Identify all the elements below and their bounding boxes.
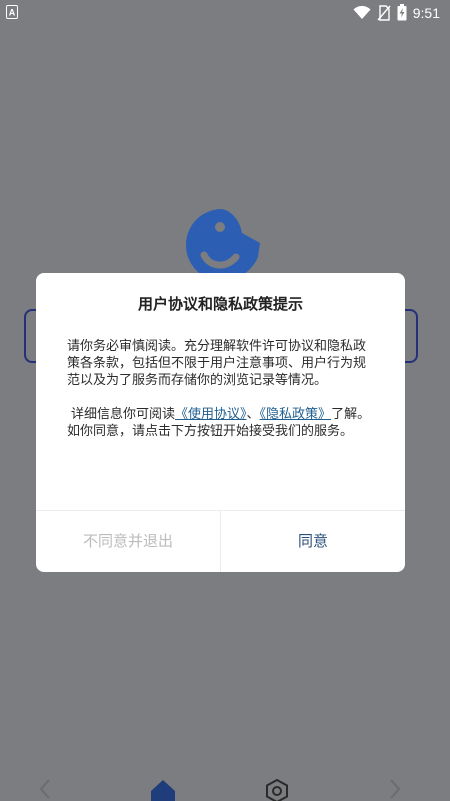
status-time: 9:51 bbox=[412, 4, 440, 21]
svg-text:A: A bbox=[9, 8, 16, 18]
battery-charging-icon bbox=[397, 4, 407, 21]
wifi-icon bbox=[353, 5, 371, 19]
decline-exit-button[interactable]: 不同意并退出 bbox=[36, 511, 220, 572]
dialog-title: 用户协议和隐私政策提示 bbox=[137, 295, 303, 313]
forward-arrow-icon[interactable] bbox=[388, 778, 402, 800]
settings-hex-icon[interactable] bbox=[265, 779, 289, 801]
bottom-nav bbox=[0, 776, 450, 801]
dialog-paragraph-1: 请你务必审慎阅读。充分理解软件许可协议和隐私政策各条款，包括但不限于用户注意事项… bbox=[67, 339, 367, 388]
agreement-dialog: 用户协议和隐私政策提示 请你务必审慎阅读。充分理解软件许可协议和隐私政策各条款，… bbox=[36, 273, 405, 572]
agree-button[interactable]: 同意 bbox=[221, 511, 405, 572]
user-agreement-link[interactable]: 《使用协议》 bbox=[175, 407, 247, 422]
dialog-paragraph-2: 详细信息你可阅读《使用协议》、《隐私政策》了解。如你同意，请点击下方按钮开始接受… bbox=[67, 406, 373, 440]
link-separator: 、 bbox=[246, 407, 260, 422]
status-bar: A 9:51 bbox=[0, 0, 450, 26]
app-notification-icon: A bbox=[6, 5, 18, 19]
home-icon[interactable] bbox=[150, 779, 176, 801]
back-arrow-icon[interactable] bbox=[38, 778, 52, 800]
no-sim-icon bbox=[377, 4, 391, 21]
privacy-policy-link[interactable]: 《隐私政策》 bbox=[260, 407, 332, 422]
paragraph-2-prefix: 详细信息你可阅读 bbox=[71, 407, 176, 422]
dialog-body: 请你务必审慎阅读。充分理解软件许可协议和隐私政策各条款，包括但不限于用户注意事项… bbox=[67, 338, 373, 440]
